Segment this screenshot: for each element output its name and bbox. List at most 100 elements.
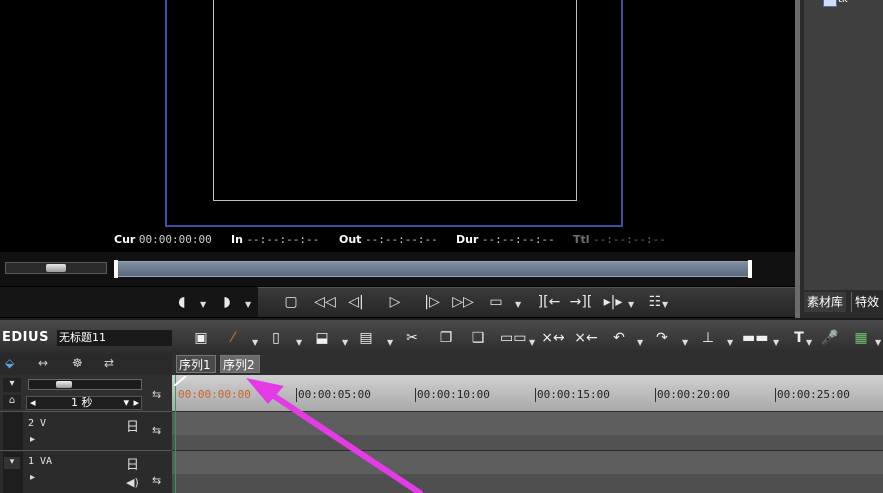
chevron-down-icon[interactable]: ▼ xyxy=(875,338,881,347)
split-edit-icon[interactable]: ▸|▸ xyxy=(600,292,626,312)
timeline-scale-value: 1 秒 xyxy=(71,396,93,409)
chevron-down-icon[interactable]: ▼ xyxy=(628,300,634,309)
link-tracks-icon[interactable]: ↔ xyxy=(38,356,48,370)
shuttle-slider-thumb[interactable] xyxy=(46,264,66,272)
insert-to-timeline-icon[interactable]: ][← xyxy=(536,292,562,312)
zoom-slider[interactable] xyxy=(28,379,142,390)
scrub-end-marker[interactable] xyxy=(748,260,752,278)
step-forward-icon[interactable]: |▷ xyxy=(421,292,443,312)
microphone-icon[interactable]: 🎤 xyxy=(821,328,838,348)
ruler-tick xyxy=(775,388,776,402)
chevron-down-icon[interactable]: ▼ xyxy=(342,338,348,347)
scrub-start-marker[interactable] xyxy=(114,260,118,278)
track-lane-1va-video[interactable] xyxy=(172,450,883,474)
chevron-down-icon[interactable]: ▼ xyxy=(296,338,302,347)
replace-icon[interactable]: ▭▭ xyxy=(500,328,526,348)
fast-forward-icon[interactable]: ▷▷ xyxy=(450,292,476,312)
set-in-icon[interactable]: ◖ xyxy=(175,292,189,312)
track-mode-icon[interactable]: ⬙ xyxy=(5,356,14,370)
ruler-label: 00:00:05:00 xyxy=(298,388,371,401)
chevron-down-icon[interactable]: ▾ xyxy=(123,397,129,409)
play-icon[interactable]: ▷ xyxy=(385,292,405,312)
redo-icon[interactable]: ↷ xyxy=(653,328,671,348)
timecode-value: --:--:--:-- xyxy=(593,233,666,246)
timecode-ttl: Ttl --:--:--:-- xyxy=(573,233,666,246)
chevron-down-icon[interactable]: ▼ xyxy=(529,338,535,347)
chevron-down-icon[interactable]: ▼ xyxy=(245,300,251,309)
tab-sequence-2[interactable]: 序列2 xyxy=(220,355,260,373)
bin-folder-icon[interactable] xyxy=(823,0,837,7)
ruler-label: 00:00:15:00 xyxy=(537,388,610,401)
timecode-label: Dur xyxy=(456,233,479,246)
open-project-icon[interactable]: ⬓ xyxy=(313,328,331,348)
track-lane-2v[interactable] xyxy=(172,411,883,435)
cut-icon[interactable]: ✂ xyxy=(403,328,421,348)
sync-toggle-icon[interactable]: ⇆ xyxy=(152,474,161,487)
stop-icon[interactable]: ▢ xyxy=(282,292,300,312)
bin-content-area xyxy=(804,0,883,290)
video-visible-icon[interactable]: 日 xyxy=(126,416,139,435)
sync-toggle-icon[interactable]: ⇆ xyxy=(152,424,161,437)
video-visible-icon[interactable]: 日 xyxy=(126,454,139,473)
set-out-icon[interactable]: ◗ xyxy=(220,292,234,312)
track-lane-1va-audio[interactable] xyxy=(172,474,883,493)
sync-toggle-icon[interactable]: ⇆ xyxy=(152,388,161,401)
track-sublane-2v[interactable] xyxy=(172,435,883,450)
camera-icon[interactable]: ▣ xyxy=(192,328,210,348)
magic-wand-icon[interactable]: ⁄ xyxy=(225,328,241,348)
chevron-down-icon[interactable]: ▼ xyxy=(662,300,668,309)
chevron-down-icon[interactable]: ▼ xyxy=(200,300,206,309)
chevron-down-icon[interactable]: ▼ xyxy=(773,338,779,347)
step-back-icon[interactable]: ◁| xyxy=(345,292,367,312)
expand-track-icon[interactable]: ▸ xyxy=(30,434,35,445)
undo-icon[interactable]: ↶ xyxy=(610,328,628,348)
track-header-1va[interactable] xyxy=(0,450,172,493)
chevron-down-icon[interactable]: ▼ xyxy=(637,338,643,347)
tab-effects[interactable]: 特效 xyxy=(851,292,883,312)
ripple-mode-icon[interactable]: ☸ xyxy=(72,356,83,370)
chevron-right-icon[interactable]: ▸ xyxy=(133,397,139,409)
timecode-value: --:--:--:-- xyxy=(481,233,555,246)
chevron-left-icon[interactable]: ◂ xyxy=(30,396,36,409)
timeline-scale-select[interactable]: ◂ 1 秒 ▾ ▸ xyxy=(26,396,142,410)
ruler-label: 00:00:20:00 xyxy=(657,388,730,401)
paste-icon[interactable]: ❑ xyxy=(469,328,487,348)
delete-icon[interactable]: ×↔ xyxy=(541,328,565,348)
ripple-delete-icon[interactable]: ×← xyxy=(574,328,598,348)
rewind-icon[interactable]: ◁◁ xyxy=(312,292,338,312)
new-sequence-icon[interactable]: ▯ xyxy=(268,328,284,348)
zoom-slider-thumb[interactable] xyxy=(56,381,72,388)
collapse-icon[interactable]: ▾ xyxy=(4,457,20,469)
save-icon[interactable]: ▤ xyxy=(358,328,374,348)
loop-play-icon[interactable]: ▭ xyxy=(486,292,506,312)
project-name: 无标题11 xyxy=(57,330,172,346)
chevron-down-icon[interactable]: ▼ xyxy=(515,300,521,309)
track-header-2v[interactable] xyxy=(0,411,172,450)
ruler-label: 00:00:25:00 xyxy=(777,388,850,401)
ruler-label: 00:00:10:00 xyxy=(417,388,490,401)
ruler-label: 00:00:00:00 xyxy=(178,388,251,401)
chevron-down-icon[interactable]: ▼ xyxy=(682,338,688,347)
add-edit-point-icon[interactable]: ⊥ xyxy=(698,328,718,348)
chevron-down-icon[interactable]: ▼ xyxy=(387,338,393,347)
position-scrub-bar[interactable] xyxy=(114,261,752,277)
sync-lock-icon[interactable]: ▬▬ xyxy=(742,328,768,348)
collapse-icon[interactable]: ▾ xyxy=(3,378,21,392)
lock-icon[interactable]: ⌂ xyxy=(3,395,21,409)
timecode-in: In --:--:--:-- xyxy=(231,233,319,246)
chevron-down-icon[interactable]: ▼ xyxy=(806,338,812,347)
track-name: 2 V xyxy=(28,418,47,429)
playhead-handle[interactable] xyxy=(174,376,188,386)
bin-item-label: tk xyxy=(838,0,848,5)
expand-track-icon[interactable]: ▸ xyxy=(30,472,35,483)
tab-bin[interactable]: 素材库 xyxy=(804,292,847,312)
chevron-down-icon[interactable]: ▼ xyxy=(727,338,733,347)
chevron-down-icon[interactable]: ▼ xyxy=(252,338,258,347)
speaker-icon[interactable]: ◀) xyxy=(126,476,139,489)
copy-icon[interactable]: ❐ xyxy=(437,328,455,348)
tab-sequence-1[interactable]: 序列1 xyxy=(176,355,216,373)
overwrite-to-timeline-icon[interactable]: →][ xyxy=(568,292,594,312)
playhead-line[interactable] xyxy=(175,375,176,493)
export-icon[interactable]: ▦ xyxy=(851,328,871,348)
sync-mode-icon[interactable]: ⇄ xyxy=(104,356,114,370)
